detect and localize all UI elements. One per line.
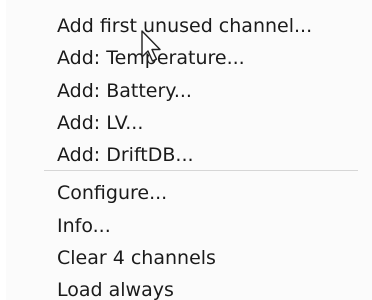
menu-item-clear-channels[interactable]: Clear 4 channels [57, 242, 216, 274]
menu-separator [44, 170, 358, 171]
menu-item-add-battery[interactable]: Add: Battery... [57, 75, 192, 107]
menu-item-add-driftdb[interactable]: Add: DriftDB... [57, 139, 194, 171]
menu-item-load-always[interactable]: Load always [57, 274, 174, 300]
menu-left-edge [0, 0, 6, 300]
menu-item-configure[interactable]: Configure... [57, 177, 167, 209]
menu-item-info[interactable]: Info... [57, 210, 111, 242]
mouse-pointer-icon [141, 30, 161, 62]
menu-item-add-first-unused-channel[interactable]: Add first unused channel... [57, 10, 312, 42]
context-menu: Add first unused channel... Add: Tempera… [0, 0, 372, 300]
menu-item-add-lv[interactable]: Add: LV... [57, 107, 143, 139]
